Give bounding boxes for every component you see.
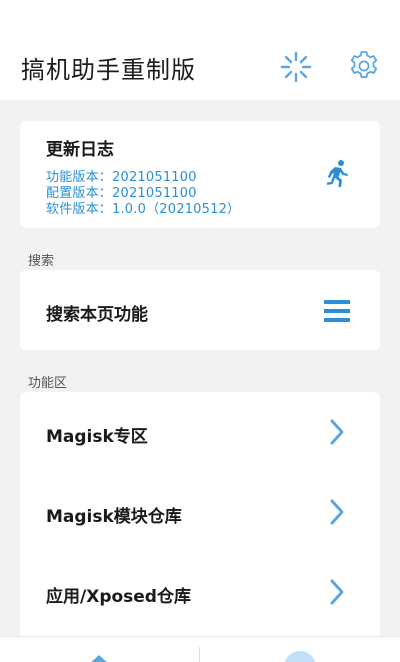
loading-spinner-icon[interactable] <box>279 50 313 84</box>
function-item-magisk-modules[interactable]: Magisk模块仓库 <box>20 472 380 552</box>
section-label-functions: 功能区 <box>28 376 68 391</box>
changelog-card[interactable]: 更新日志 功能版本：2021051100 配置版本：2021051100 软件版… <box>20 121 380 228</box>
function-item-magisk[interactable]: Magisk专区 <box>20 392 380 472</box>
running-person-icon <box>327 160 348 187</box>
function-item-xposed-repo[interactable]: 应用/Xposed仓库 <box>20 552 380 632</box>
gear-icon[interactable] <box>347 49 381 83</box>
software-version-text: 软件版本：1.0.0（20210512） <box>46 202 241 217</box>
app-header: 搞机助手重制版 <box>0 0 400 100</box>
section-label-search: 搜索 <box>28 254 55 269</box>
chevron-right-icon <box>330 419 344 445</box>
chevron-right-icon <box>330 499 344 525</box>
changelog-title: 更新日志 <box>46 140 114 160</box>
profile-tab-icon[interactable] <box>284 651 316 662</box>
bottom-navigation <box>0 636 400 662</box>
search-page-functions-label: 搜索本页功能 <box>46 305 148 325</box>
functions-card: Magisk专区 Magisk模块仓库 应用/Xposed仓库 <box>20 392 380 652</box>
menu-icon[interactable] <box>324 300 350 322</box>
function-item-label: Magisk模块仓库 <box>46 507 182 527</box>
chevron-right-icon <box>330 579 344 605</box>
nav-divider <box>199 647 200 662</box>
function-item-label: 应用/Xposed仓库 <box>46 587 191 607</box>
function-item-label: Magisk专区 <box>46 427 148 447</box>
app-title: 搞机助手重制版 <box>21 56 196 84</box>
search-card[interactable]: 搜索本页功能 <box>20 270 380 350</box>
